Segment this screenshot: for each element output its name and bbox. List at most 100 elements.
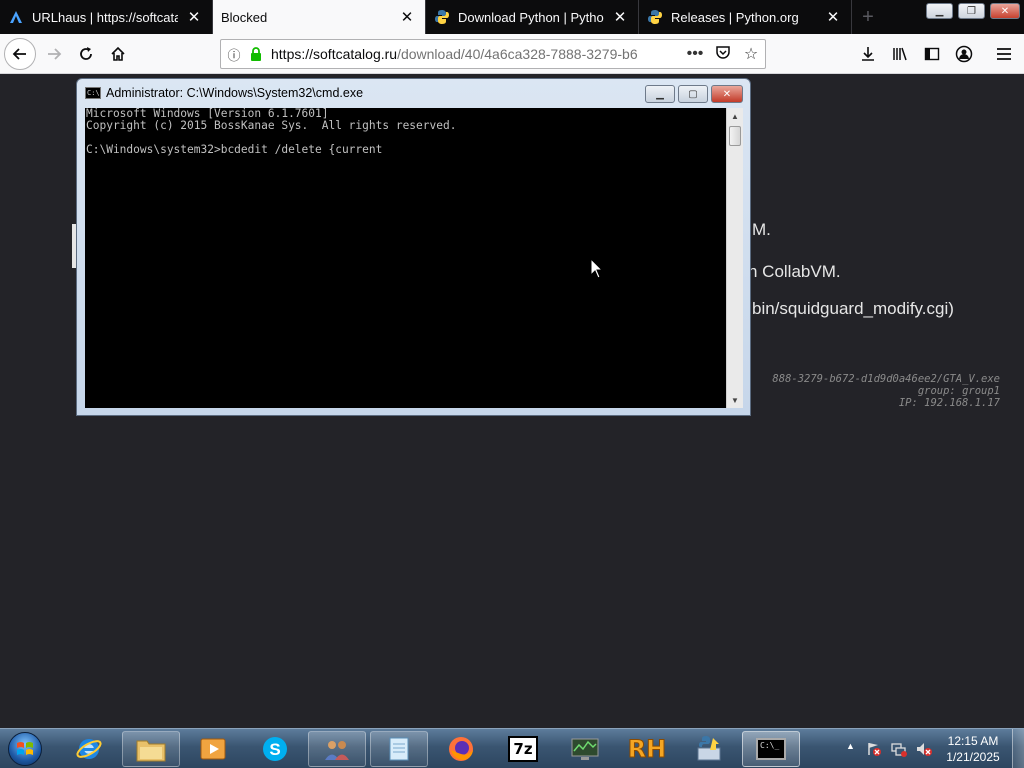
windows-logo-icon [8, 732, 42, 766]
tab-title: Blocked [221, 9, 268, 25]
python-setup-icon [697, 736, 721, 761]
lock-icon[interactable] [247, 47, 265, 61]
reload-icon [80, 47, 92, 60]
sidebar-icon[interactable] [918, 40, 946, 68]
tab-urlhaus[interactable]: URLhaus | https://softcatalog.r ✕ [0, 0, 213, 34]
url-text[interactable]: https://softcatalog.ru/download/40/4a6ca… [265, 46, 681, 62]
home-icon [111, 46, 125, 61]
account-icon[interactable] [950, 40, 978, 68]
taskbar-windows-explorer[interactable] [122, 731, 180, 767]
cmd-icon: C:\ [85, 87, 101, 99]
url-bar[interactable]: ⓘ https://softcatalog.ru/download/40/4a6… [220, 39, 766, 69]
volume-muted-icon[interactable] [915, 741, 933, 760]
console-output[interactable]: Microsoft Windows [Version 6.1.7601] Cop… [85, 108, 726, 408]
taskbar-python-installer[interactable] [680, 731, 738, 767]
close-icon[interactable]: ✕ [184, 7, 204, 27]
page-mono-line: IP: 192.168.1.17 [898, 397, 1000, 409]
tab-title: Download Python | Python.org [458, 9, 604, 25]
console-scrollbar[interactable]: ▲ ▼ [726, 108, 743, 408]
media-icon [200, 738, 226, 760]
notepad-icon [389, 737, 409, 761]
url-domain: https://softcatalog.ru [271, 46, 398, 62]
back-arrow-icon [12, 48, 26, 60]
cmd-window[interactable]: C:\ Administrator: C:\Windows\System32\c… [76, 78, 751, 416]
cmd-maximize-button[interactable]: ▢ [678, 85, 708, 103]
cmd-title: Administrator: C:\Windows\System32\cmd.e… [106, 86, 364, 100]
folder-icon [136, 740, 166, 762]
tab-title: Releases | Python.org [671, 9, 799, 25]
taskbar-command-prompt[interactable]: C:\_ [742, 731, 800, 767]
cmd-title-bar[interactable]: C:\ Administrator: C:\Windows\System32\c… [85, 86, 363, 100]
tab-blocked[interactable]: Blocked ✕ [213, 0, 426, 34]
taskbar-7-zip[interactable]: 7z [494, 731, 552, 767]
tab-title: URLhaus | https://softcatalog.r [32, 9, 178, 25]
pocket-icon[interactable] [709, 44, 737, 65]
library-icon[interactable] [886, 40, 914, 68]
url-path: /download/40/4a6ca328-7888-3279-b6 [397, 46, 638, 62]
taskbar-notepad[interactable] [370, 731, 428, 767]
svg-text:S: S [269, 740, 280, 759]
tab-releases-python[interactable]: Releases | Python.org ✕ [639, 0, 852, 34]
home-button[interactable] [102, 38, 134, 70]
forward-arrow-icon [48, 48, 62, 60]
navigation-toolbar: ⓘ https://softcatalog.ru/download/40/4a6… [0, 34, 1024, 74]
scroll-thumb[interactable] [729, 126, 741, 146]
console-line: Copyright (c) 2015 BossKanae Sys. All ri… [86, 119, 457, 132]
users-icon [325, 741, 349, 760]
hamburger-menu-icon[interactable] [990, 40, 1018, 68]
taskbar-internet-explorer[interactable] [60, 731, 118, 767]
taskbar-skype[interactable]: S [246, 731, 304, 767]
taskbar: S 7z RH C:\_ ▲ 12:15 AM 1/21/2025 [0, 728, 1024, 768]
taskbar-resource-hacker[interactable]: RH [618, 731, 676, 767]
firefox-icon [449, 737, 473, 761]
taskbar-media-player[interactable] [184, 731, 242, 767]
taskbar-network-monitor[interactable] [556, 731, 614, 767]
scroll-up-arrow-icon[interactable]: ▲ [727, 108, 743, 124]
close-window-button[interactable]: ✕ [990, 3, 1020, 19]
taskbar-firefox[interactable] [432, 731, 490, 767]
python-icon [434, 9, 450, 25]
taskbar-users[interactable] [308, 731, 366, 767]
skype-icon: S [263, 737, 287, 761]
downloads-icon[interactable] [854, 40, 882, 68]
cmd-minimize-button[interactable]: ▁ [645, 85, 675, 103]
cmd-close-button[interactable]: ✕ [711, 85, 743, 103]
network-icon[interactable] [891, 741, 907, 760]
tab-strip: URLhaus | https://softcatalog.r ✕ Blocke… [0, 0, 1024, 34]
reload-button[interactable] [70, 38, 102, 70]
ie-icon [76, 739, 102, 759]
monitor-icon [571, 738, 599, 760]
restore-button[interactable]: ❐ [958, 3, 985, 19]
rh-icon: RH [627, 735, 667, 764]
page-text-line: bin/squidguard_modify.cgi) [752, 299, 954, 318]
start-button[interactable] [2, 730, 48, 768]
new-tab-button[interactable]: + [852, 0, 884, 34]
action-center-icon[interactable] [866, 741, 882, 760]
page-text-line: n CollabVM. [748, 262, 841, 281]
bookmark-star-icon[interactable]: ☆ [737, 44, 765, 64]
close-icon[interactable]: ✕ [397, 7, 417, 27]
clock-date: 1/21/2025 [946, 750, 1000, 764]
urlhaus-icon [8, 9, 24, 25]
console-line: C:\Windows\system32>bcdedit /delete {cur… [86, 143, 383, 156]
mouse-cursor-icon [590, 257, 604, 285]
forward-button[interactable] [38, 38, 70, 70]
cmd-icon: C:\_ [756, 738, 786, 760]
show-desktop-button[interactable] [1012, 729, 1024, 768]
7zip-icon: 7z [508, 736, 538, 762]
python-icon [647, 9, 663, 25]
page-actions-menu-icon[interactable]: ••• [681, 45, 709, 63]
tab-download-python[interactable]: Download Python | Python.org ✕ [426, 0, 639, 34]
back-button[interactable] [4, 38, 36, 70]
close-icon[interactable]: ✕ [610, 7, 630, 27]
page-mono-line: group: group1 [917, 385, 1000, 397]
info-icon[interactable]: ⓘ [221, 45, 247, 64]
page-text-line: M. [752, 220, 771, 239]
system-clock[interactable]: 12:15 AM 1/21/2025 [938, 733, 1008, 765]
close-icon[interactable]: ✕ [823, 7, 843, 27]
page-mono-line: 888-3279-b672-d1d9d0a46ee2/GTA_V.exe [772, 373, 1000, 385]
scroll-down-arrow-icon[interactable]: ▼ [727, 392, 743, 408]
minimize-button[interactable]: ▁ [926, 3, 953, 19]
clock-time: 12:15 AM [947, 734, 999, 748]
show-hidden-icons-icon[interactable]: ▲ [846, 741, 855, 751]
